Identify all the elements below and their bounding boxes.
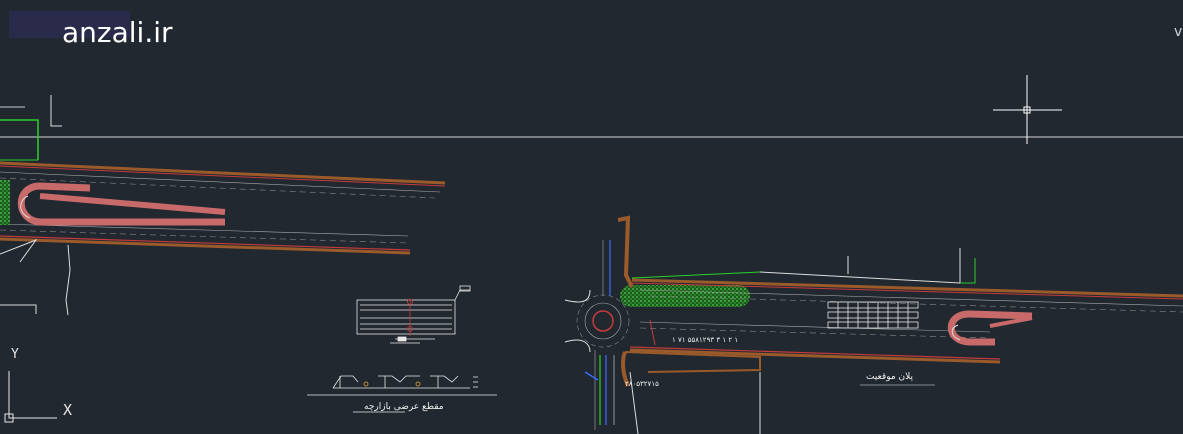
crosshair-cursor	[993, 75, 1062, 144]
road-note-2-label: ۲۸۰۵۳۲۷۱۵	[625, 380, 659, 388]
ucs-x-label: X	[63, 401, 73, 419]
section-title-label: مقطع عرضی بازارچه	[364, 402, 444, 412]
cad-drawing-canvas[interactable]	[0, 0, 1183, 434]
edge-text: v	[1174, 24, 1183, 40]
ucs-icon	[4, 371, 57, 423]
plan-title-label: پلان موقعیت	[866, 372, 914, 382]
plan-detail	[356, 285, 471, 342]
brand-watermark: anzali.ir	[62, 16, 173, 49]
ucs-y-label: Y	[11, 347, 19, 362]
road-note-label: ۱ ۲ ۱ ۳ ۵۵۸۱۲۹۳ ۷۱ ۱	[672, 336, 739, 344]
left-road	[0, 95, 446, 316]
right-road	[564, 215, 1183, 434]
